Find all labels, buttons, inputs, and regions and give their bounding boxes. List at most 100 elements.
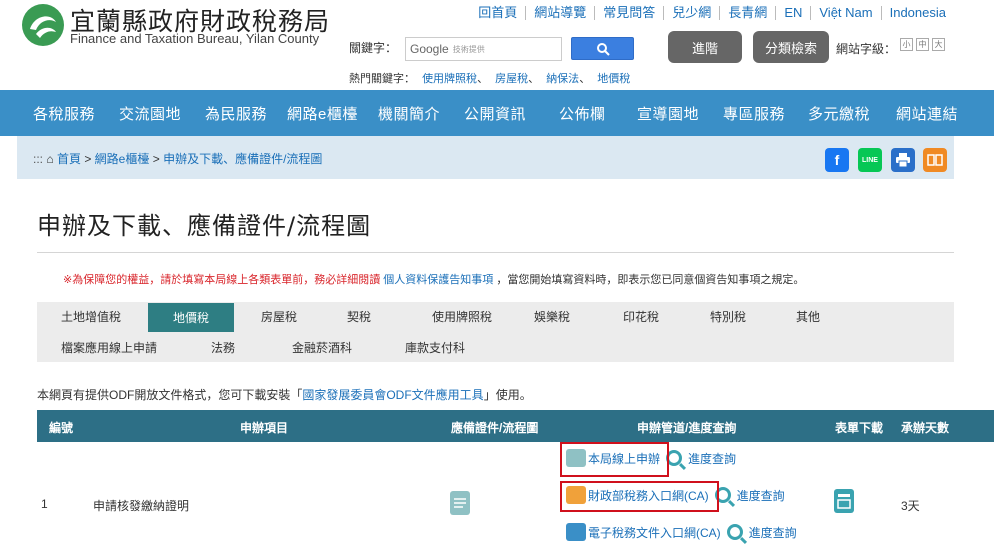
form-download-icon[interactable] bbox=[834, 489, 854, 513]
line-icon: LINE bbox=[862, 156, 878, 164]
print-icon bbox=[896, 153, 910, 168]
nav-item-e-counter[interactable]: 網路e櫃檯 bbox=[287, 103, 358, 124]
main-nav: 各稅服務 交流園地 為民服務 網路e櫃檯 機關簡介 公開資訊 公佈欄 宣導園地 … bbox=[0, 90, 994, 136]
page-title: 申辦及下載、應備證件/流程圖 bbox=[37, 212, 372, 240]
breadcrumb-bar: ::: ⌂ 首頁 > 網路e櫃檯 > 申辦及下載、應備證件/流程圖 f LINE bbox=[17, 136, 954, 179]
nav-item-links[interactable]: 網站連結 bbox=[896, 103, 958, 124]
nav-item-public-service[interactable]: 為民服務 bbox=[205, 103, 267, 124]
hot-keyword-4[interactable]: 地價稅 bbox=[597, 73, 630, 85]
nav-item-about[interactable]: 機關簡介 bbox=[378, 103, 440, 124]
nav-item-open-info[interactable]: 公開資訊 bbox=[464, 103, 526, 124]
channel-label[interactable]: 電子稅務文件入口網(CA) bbox=[588, 524, 721, 541]
odf-note-suffix: 」使用。 bbox=[483, 388, 532, 402]
breadcrumb-e-counter[interactable]: 網路e櫃檯 bbox=[95, 152, 150, 166]
channel-e-tax-portal[interactable]: 電子稅務文件入口網(CA) 進度查詢 bbox=[566, 523, 797, 541]
facebook-share-button[interactable]: f bbox=[825, 148, 849, 172]
breadcrumb-anchor[interactable]: ::: bbox=[33, 152, 43, 166]
search-button[interactable] bbox=[571, 37, 634, 60]
document-icon[interactable] bbox=[450, 491, 470, 515]
breadcrumb: ::: ⌂ 首頁 > 網路e櫃檯 > 申辦及下載、應備證件/流程圖 bbox=[33, 150, 322, 167]
tax-category-tabs: 土地增值稅 地價稅 房屋稅 契稅 使用牌照稅 娛樂稅 印花稅 特別稅 其他 檔案… bbox=[37, 302, 954, 362]
odf-note-prefix: 本網頁有提供ODF開放文件格式，您可下載安裝「 bbox=[37, 388, 303, 402]
col-header-item: 申辦項目 bbox=[240, 421, 289, 435]
nav-item-bulletin[interactable]: 公佈欄 bbox=[559, 103, 606, 124]
hot-keywords: 熱門關鍵字： 使用牌照稅、 房屋稅、 納保法、 地價稅 bbox=[349, 73, 631, 85]
breadcrumb-home[interactable]: 首頁 bbox=[57, 152, 81, 166]
print-button[interactable] bbox=[891, 148, 915, 172]
top-links: 回首頁 網站導覽 常見問答 兒少網 長青網 EN Việt Nam Indone… bbox=[470, 6, 954, 20]
nav-item-exchange[interactable]: 交流園地 bbox=[119, 103, 181, 124]
hot-keyword-1[interactable]: 使用牌照稅 bbox=[422, 73, 477, 85]
tab-amusement-tax[interactable]: 娛樂稅 bbox=[512, 302, 592, 331]
magnifier-icon[interactable] bbox=[726, 524, 743, 540]
shirt-icon bbox=[566, 523, 586, 541]
progress-query-link[interactable]: 進度查詢 bbox=[688, 450, 736, 467]
facebook-icon: f bbox=[834, 152, 840, 168]
odf-note: 本網頁有提供ODF開放文件格式，您可下載安裝「國家發展委員會ODF文件應用工具」… bbox=[37, 386, 532, 403]
fontsize-small-button[interactable]: 小 bbox=[900, 38, 913, 51]
privacy-notice: ※為保障您的權益，請於填寫本局線上各類表單前，務必詳細閱讀 個人資料保護告知事項… bbox=[63, 271, 804, 287]
highlight-box bbox=[560, 442, 669, 477]
site-subtitle: Finance and Taxation Bureau, Yilan Count… bbox=[70, 31, 320, 46]
title-divider bbox=[37, 252, 954, 253]
col-header-forms: 表單下載 bbox=[835, 421, 884, 435]
line-share-button[interactable]: LINE bbox=[858, 148, 882, 172]
home-icon: ⌂ bbox=[46, 152, 54, 166]
link-faq[interactable]: 常見問答 bbox=[594, 6, 663, 20]
bureau-logo[interactable] bbox=[20, 2, 66, 48]
breadcrumb-separator: > bbox=[84, 152, 92, 166]
keyword-label: 關鍵字： bbox=[349, 41, 398, 55]
tab-other[interactable]: 其他 bbox=[770, 302, 846, 331]
link-indonesian[interactable]: Indonesia bbox=[880, 6, 954, 20]
tab-license-tax[interactable]: 使用牌照稅 bbox=[407, 302, 517, 331]
tab-special-tax[interactable]: 特別稅 bbox=[688, 302, 768, 331]
tab-deed-tax[interactable]: 契稅 bbox=[320, 302, 398, 331]
table-header: 編號 申辦項目 應備證件/流程圖 申辦管道/進度查詢 表單下載 承辦天數 bbox=[37, 410, 994, 442]
row-number: 1 bbox=[41, 497, 48, 511]
book-icon bbox=[927, 154, 943, 166]
nav-item-promotion[interactable]: 宣導園地 bbox=[637, 103, 699, 124]
tab-archive-application[interactable]: 檔案應用線上申請 bbox=[49, 333, 169, 362]
search-input[interactable]: Google 技術提供 bbox=[405, 37, 562, 61]
link-english[interactable]: EN bbox=[775, 6, 810, 20]
breadcrumb-separator: > bbox=[152, 152, 160, 166]
notice-warning: ※為保障您的權益，請於填寫本局線上各類表單前，務必詳細閱讀 bbox=[63, 274, 381, 286]
share-button[interactable] bbox=[923, 148, 947, 172]
hot-keyword-3[interactable]: 納保法 bbox=[546, 73, 579, 85]
hot-keywords-label: 熱門關鍵字： bbox=[349, 73, 415, 85]
tab-legal[interactable]: 法務 bbox=[187, 333, 259, 362]
google-brand: Google bbox=[410, 42, 449, 56]
tab-treasury-payment[interactable]: 庫款支付科 bbox=[387, 333, 483, 362]
fontsize-large-button[interactable]: 大 bbox=[932, 38, 945, 51]
row-item: 申請核發繳納證明 bbox=[93, 499, 190, 513]
privacy-notice-link[interactable]: 個人資料保護告知事項 bbox=[383, 274, 493, 286]
col-header-days: 承辦天數 bbox=[901, 421, 950, 435]
nav-item-payment[interactable]: 多元繳稅 bbox=[808, 103, 870, 124]
advanced-search-button[interactable]: 進階 bbox=[668, 31, 742, 63]
link-home[interactable]: 回首頁 bbox=[470, 6, 525, 20]
progress-query-link[interactable]: 進度查詢 bbox=[749, 524, 797, 541]
tab-stamp-tax[interactable]: 印花稅 bbox=[601, 302, 681, 331]
row-days: 3天 bbox=[901, 499, 920, 513]
tab-land-value-tax[interactable]: 地價稅 bbox=[148, 303, 234, 332]
nav-item-tax-services[interactable]: 各稅服務 bbox=[33, 103, 95, 124]
col-header-number: 編號 bbox=[49, 421, 74, 435]
link-seniors[interactable]: 長青網 bbox=[719, 6, 775, 20]
tab-finance-tobacco[interactable]: 金融菸酒科 bbox=[272, 333, 372, 362]
category-search-button[interactable]: 分類檢索 bbox=[753, 31, 829, 63]
highlight-box bbox=[560, 481, 719, 512]
search-provider-note: 技術提供 bbox=[452, 44, 485, 54]
breadcrumb-current[interactable]: 申辦及下載、應備證件/流程圖 bbox=[163, 152, 322, 166]
link-kids[interactable]: 兒少網 bbox=[663, 6, 719, 20]
link-sitemap[interactable]: 網站導覽 bbox=[525, 6, 594, 20]
tab-house-tax[interactable]: 房屋稅 bbox=[237, 302, 321, 331]
fontsize-medium-button[interactable]: 中 bbox=[916, 38, 929, 51]
odf-tool-link[interactable]: 國家發展委員會ODF文件應用工具 bbox=[302, 388, 483, 402]
progress-query-link[interactable]: 進度查詢 bbox=[737, 487, 785, 504]
tab-land-value-increment[interactable]: 土地增值稅 bbox=[37, 302, 145, 331]
nav-item-special[interactable]: 專區服務 bbox=[723, 103, 785, 124]
link-vietnamese[interactable]: Việt Nam bbox=[810, 6, 880, 20]
col-header-channels: 申辦管道/進度查詢 bbox=[637, 421, 737, 435]
hot-keyword-2[interactable]: 房屋稅 bbox=[495, 73, 528, 85]
fontsize-label: 網站字級： bbox=[836, 42, 897, 56]
